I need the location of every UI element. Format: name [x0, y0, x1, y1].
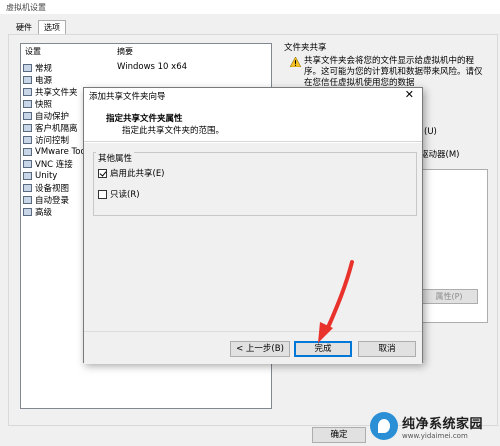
column-summary: 摘要 — [117, 47, 133, 56]
list-item-power[interactable]: 电源 — [23, 74, 52, 86]
list-item-label: VNC 连接 — [35, 160, 73, 170]
list-item-label: Unity — [35, 171, 58, 181]
advanced-icon — [23, 208, 32, 216]
snapshot-icon — [23, 100, 32, 108]
list-item-device-view[interactable]: 设备视图 — [23, 182, 69, 194]
list-item-vnc[interactable]: VNC 连接 — [23, 158, 73, 170]
vmware-tools-icon — [23, 148, 32, 156]
list-item-guest-isolation[interactable]: 客户机隔离 — [23, 122, 78, 134]
site-logo-icon — [370, 412, 398, 440]
enable-share-checkbox[interactable]: 启用此共享(E) — [98, 167, 165, 179]
finish-button[interactable]: 完成 — [294, 341, 352, 357]
back-button[interactable]: < 上一步(B) — [230, 341, 290, 357]
folder-sharing-title: 文件夹共享 — [284, 43, 327, 53]
list-item-shared-folders[interactable]: 共享文件夹 — [23, 86, 78, 98]
warning-icon — [290, 57, 301, 67]
list-item-unity[interactable]: Unity — [23, 170, 57, 182]
access-control-icon — [23, 136, 32, 144]
option-label-fragment[interactable]: (U) — [424, 127, 437, 137]
group-label: 其他属性 — [96, 152, 135, 164]
list-item-vmware-tools[interactable]: VMware Too — [23, 146, 86, 158]
list-item-label: 高级 — [35, 208, 53, 218]
read-only-checkbox[interactable]: 只读(R) — [98, 188, 140, 200]
shared-folder-icon — [23, 88, 32, 96]
list-item-advanced[interactable]: 高级 — [23, 206, 52, 218]
list-item-label: VMware Too — [35, 147, 86, 157]
ok-button[interactable]: 确定 — [312, 427, 366, 443]
isolation-icon — [23, 124, 32, 132]
add-shared-folder-wizard: 添加共享文件夹向导 ✕ 指定共享文件夹属性 指定此共享文件夹的范围。 其他属性 … — [83, 87, 423, 364]
vnc-icon — [23, 160, 32, 168]
tab-hardware[interactable]: 硬件 — [10, 20, 38, 34]
tab-options[interactable]: 选项 — [38, 20, 66, 34]
settings-list-header: 设置 摘要 — [21, 46, 271, 60]
list-item-label: 自动保护 — [35, 112, 70, 122]
wizard-header: 指定共享文件夹属性 指定此共享文件夹的范围。 — [84, 102, 422, 142]
site-watermark: 纯净系统家园 www.yidaimei.com — [370, 408, 498, 444]
enable-share-label: 启用此共享(E) — [110, 169, 165, 179]
dialog-title: 添加共享文件夹向导 — [89, 92, 166, 102]
sharing-warning-text: 共享文件夹会将您的文件显示给虚拟机中的程序。这可能为您的计算机和数据带来风险。请… — [304, 56, 483, 88]
unity-icon — [23, 172, 32, 180]
wizard-footer: < 上一步(B) 完成 取消 — [84, 331, 422, 364]
list-item-label: 客户机隔离 — [35, 124, 78, 134]
list-item-label: 共享文件夹 — [35, 88, 78, 98]
column-setting: 设置 — [25, 47, 41, 56]
list-item-access-control[interactable]: 访问控制 — [23, 134, 69, 146]
cancel-button[interactable]: 取消 — [358, 341, 416, 357]
list-item-label: 快照 — [35, 100, 53, 110]
wizard-body: 其他属性 启用此共享(E) 只读(R) — [84, 143, 422, 331]
close-icon[interactable]: ✕ — [405, 88, 414, 102]
checkbox-checked-icon[interactable] — [98, 168, 107, 178]
wizard-heading: 指定共享文件夹属性 — [106, 114, 183, 124]
autologin-icon — [23, 196, 32, 204]
list-item-label: 电源 — [35, 76, 53, 86]
list-item-general[interactable]: 常规 — [23, 62, 52, 74]
list-item-label: 常规 — [35, 64, 53, 74]
checkbox-unchecked-icon[interactable] — [98, 189, 107, 199]
list-item-autoprotect[interactable]: 自动保护 — [23, 110, 69, 122]
properties-button[interactable]: 属性(P) — [420, 289, 478, 304]
list-item-label: 设备视图 — [35, 184, 70, 194]
autoprotect-icon — [23, 112, 32, 120]
wizard-subheading: 指定此共享文件夹的范围。 — [122, 126, 225, 136]
power-icon — [23, 76, 32, 84]
watermark-url: www.yidaimei.com — [402, 431, 468, 440]
additional-attributes-group: 其他属性 启用此共享(E) 只读(R) — [93, 152, 417, 216]
list-item-label: 自动登录 — [35, 196, 70, 206]
list-item-snapshots[interactable]: 快照 — [23, 98, 52, 110]
device-view-icon — [23, 184, 32, 192]
summary-value: Windows 10 x64 — [117, 62, 188, 72]
read-only-label: 只读(R) — [110, 190, 140, 200]
map-drive-label-fragment[interactable]: 驱动器(M) — [420, 148, 459, 160]
list-item-autologin[interactable]: 自动登录 — [23, 194, 69, 206]
list-item-label: 访问控制 — [35, 136, 70, 146]
settings-tabs: 硬件 选项 — [10, 20, 66, 34]
general-icon — [23, 64, 32, 72]
window-title: 虚拟机设置 — [0, 0, 500, 14]
watermark-title: 纯净系统家园 — [402, 416, 484, 432]
